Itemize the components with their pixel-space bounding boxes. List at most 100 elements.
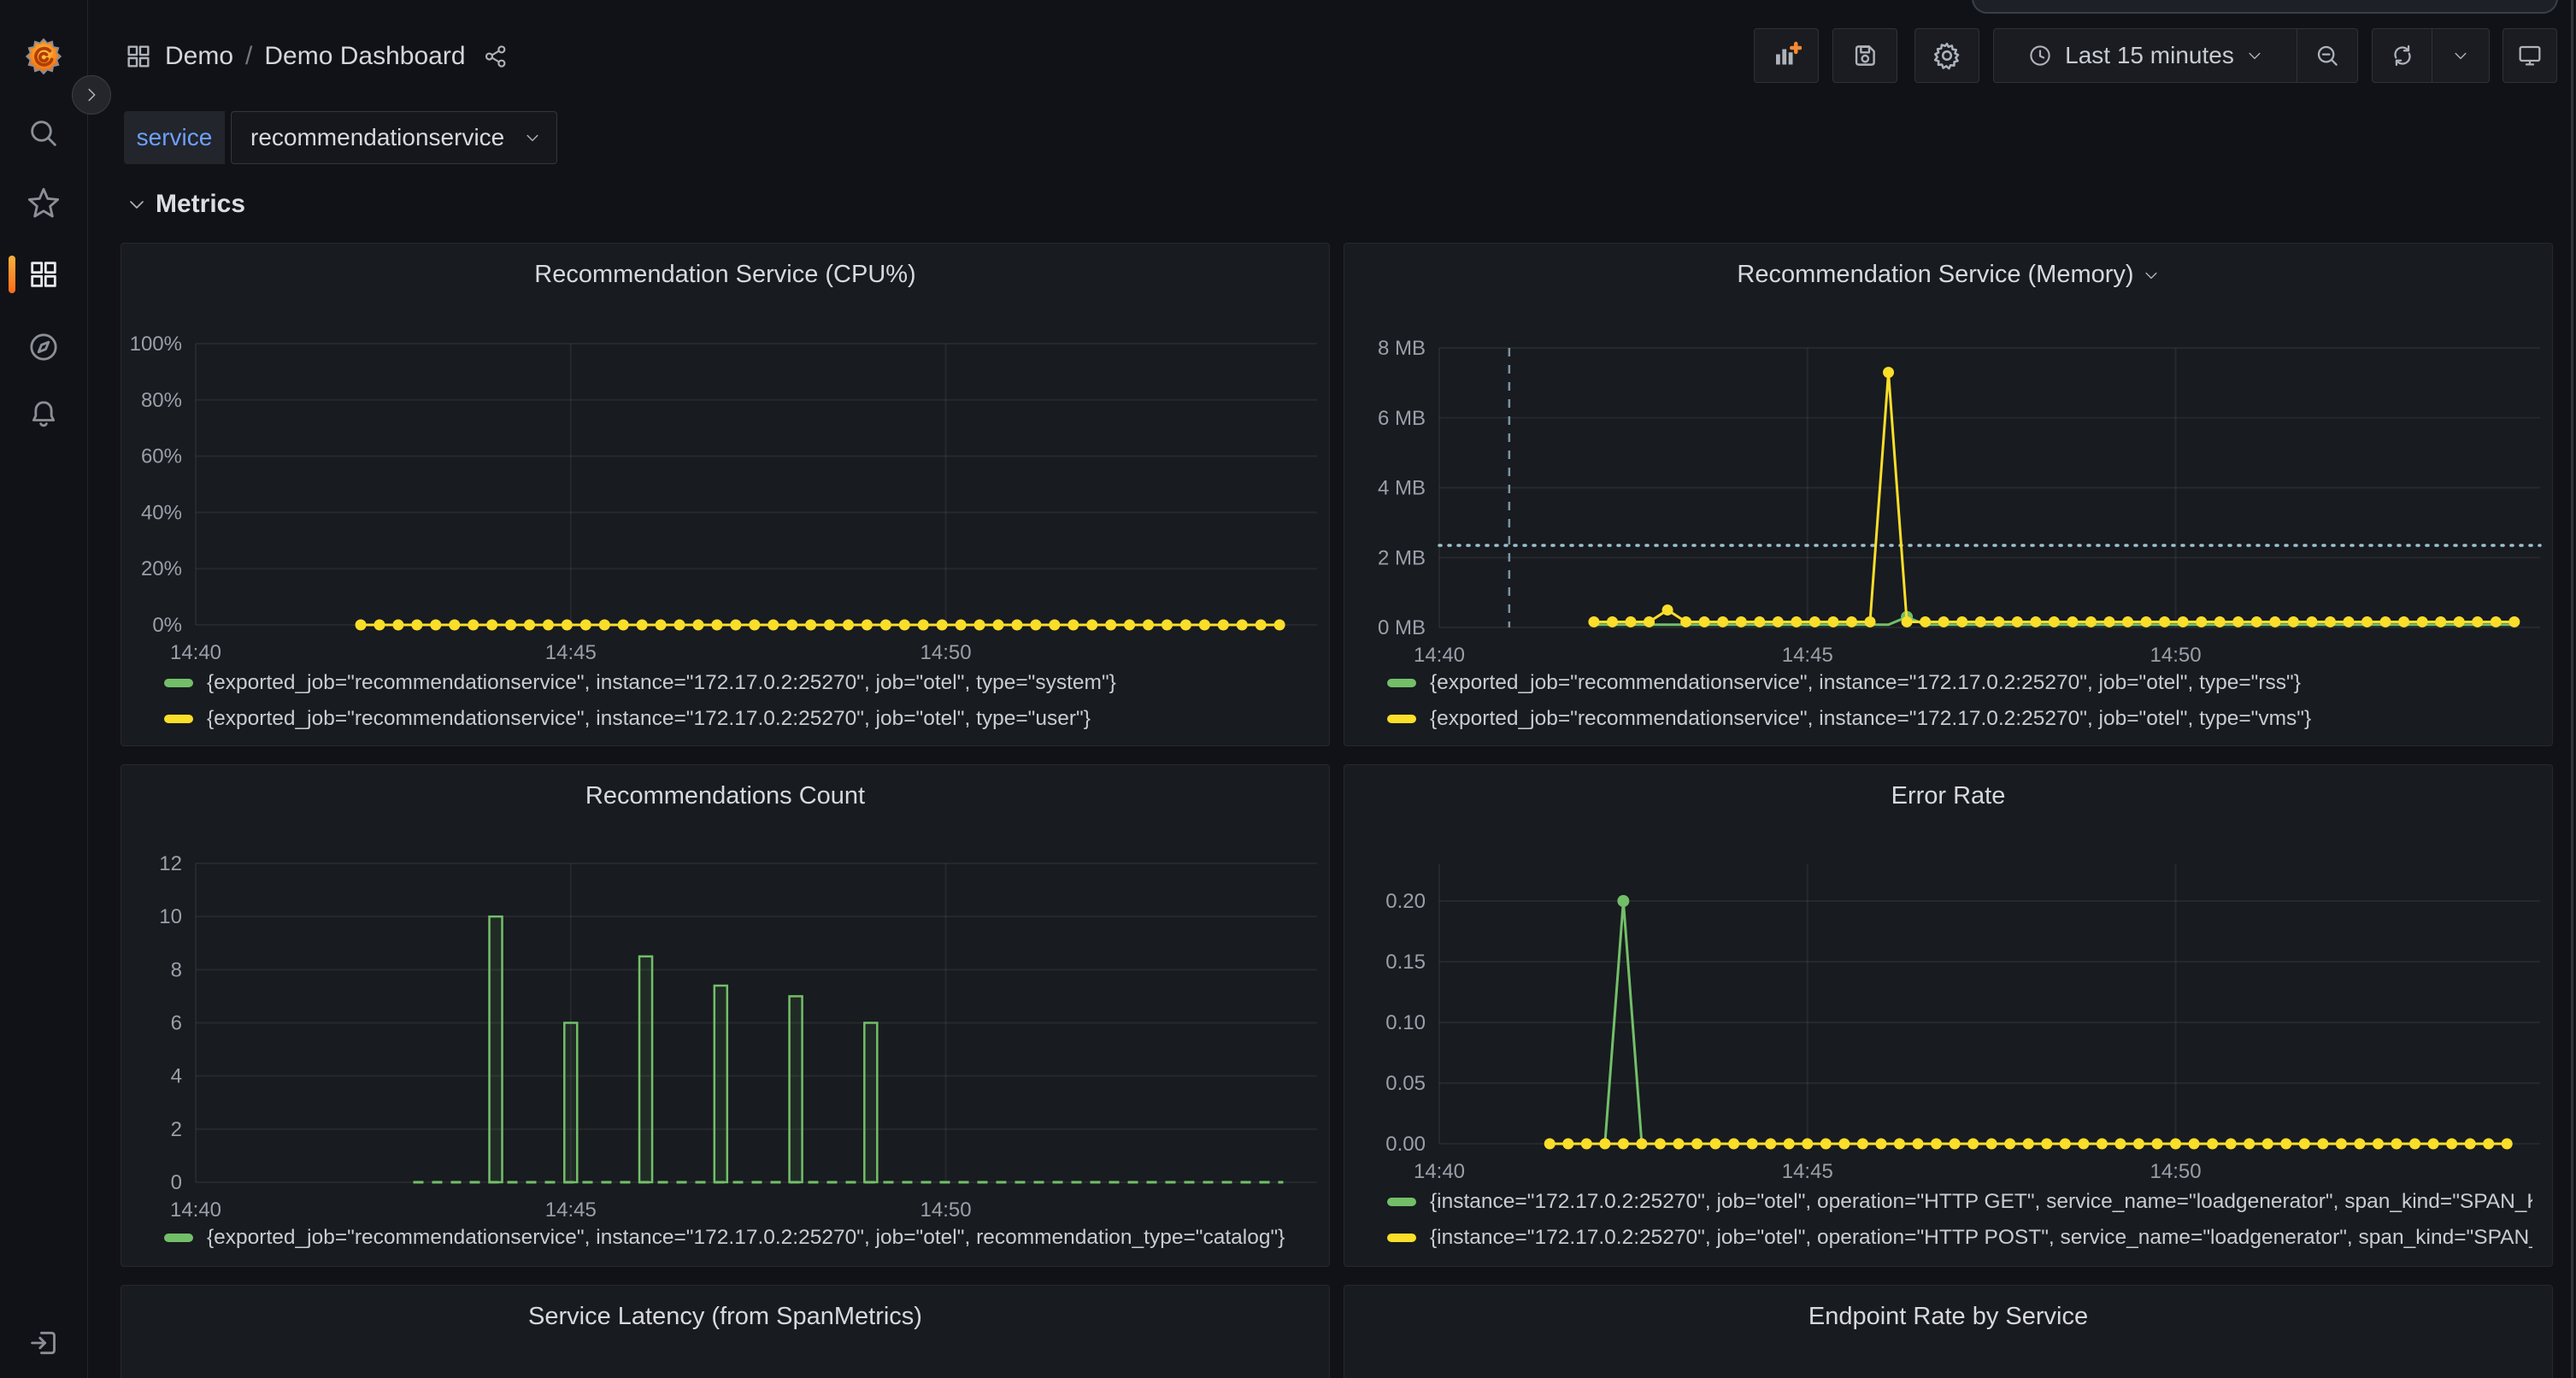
svg-text:14:50: 14:50 (2150, 644, 2202, 667)
recommendations-count-chart[interactable]: 02468101214:4014:4514:50 (121, 765, 1330, 1267)
grafana-logo-icon (24, 37, 63, 76)
chevron-down-icon (2452, 47, 2469, 64)
sidebar-expand-button[interactable] (72, 75, 111, 115)
svg-text:0%: 0% (152, 614, 182, 637)
legend-label: {exported_job="recommendationservice", i… (1430, 707, 2311, 731)
panel-title-text: Service Latency (from SpanMetrics) (528, 1303, 922, 1331)
svg-text:40%: 40% (141, 501, 182, 524)
dashboard-toolbar: Last 15 minutes (0, 28, 2576, 83)
dashboard-settings-button[interactable] (1914, 28, 1979, 83)
clock-icon (2027, 43, 2053, 68)
legend-label: {exported_job="recommendationservice", i… (207, 1226, 1285, 1250)
chevron-down-icon (524, 129, 541, 146)
kiosk-mode-button[interactable] (2502, 28, 2557, 83)
add-panel-icon (1771, 40, 1802, 71)
svg-text:0.10: 0.10 (1385, 1011, 1426, 1034)
svg-text:0.15: 0.15 (1385, 951, 1426, 974)
legend-label: {exported_job="recommendationservice", i… (207, 671, 1116, 695)
sidebar-item-favorites[interactable] (0, 176, 87, 231)
legend-swatch (1387, 715, 1416, 723)
zoom-out-icon (2314, 42, 2341, 69)
svg-text:4: 4 (171, 1065, 182, 1088)
sidebar-item-dashboards[interactable] (0, 247, 87, 302)
svg-text:14:45: 14:45 (1782, 644, 1833, 667)
chevron-down-icon (2246, 47, 2263, 64)
apps-grid-icon (26, 257, 61, 292)
sidebar-item-search[interactable] (0, 106, 87, 161)
legend-item[interactable]: {instance="172.17.0.2:25270", job="otel"… (1387, 1220, 2532, 1256)
svg-text:8: 8 (171, 958, 182, 981)
gear-icon (1932, 40, 1962, 71)
legend-swatch (1387, 1198, 1416, 1206)
variable-value-dropdown[interactable]: recommendationservice (231, 111, 557, 164)
grafana-logo[interactable] (0, 29, 87, 84)
svg-text:14:40: 14:40 (170, 1198, 221, 1222)
monitor-icon (2516, 42, 2544, 69)
refresh-button[interactable] (2373, 29, 2432, 82)
save-dashboard-button[interactable] (1832, 28, 1897, 83)
sidebar (0, 0, 88, 1378)
svg-text:0.20: 0.20 (1385, 890, 1426, 913)
legend-item[interactable]: {instance="172.17.0.2:25270", job="otel"… (1387, 1184, 2532, 1220)
legend-item[interactable]: {exported_job="recommendationservice", i… (1387, 701, 2532, 737)
zoom-out-button[interactable] (2297, 29, 2357, 82)
window-edge (2571, 0, 2573, 1378)
legend-swatch (1387, 679, 1416, 687)
svg-text:14:45: 14:45 (545, 641, 597, 664)
svg-text:6: 6 (171, 1012, 182, 1035)
time-range-picker[interactable]: Last 15 minutes (1994, 29, 2297, 82)
legend-item[interactable]: {exported_job="recommendationservice", i… (164, 1220, 1309, 1256)
refresh-group (2372, 28, 2490, 83)
svg-text:10: 10 (159, 905, 182, 928)
panel-title[interactable]: Service Latency (from SpanMetrics) (121, 1303, 1329, 1331)
svg-text:14:50: 14:50 (2150, 1160, 2202, 1183)
time-range-label: Last 15 minutes (2065, 42, 2234, 69)
svg-text:14:50: 14:50 (920, 1198, 972, 1222)
time-picker-group: Last 15 minutes (1993, 28, 2358, 83)
legend-label: {exported_job="recommendationservice", i… (1430, 671, 2301, 695)
panel-recommendation-memory: Recommendation Service (Memory) 0 MB2 MB… (1344, 243, 2553, 746)
chevron-right-icon (82, 85, 101, 104)
svg-text:6 MB: 6 MB (1378, 407, 1426, 430)
compass-icon (26, 330, 61, 364)
panel-recommendations-count: Recommendations Count 02468101214:4014:4… (121, 764, 1330, 1267)
legend-swatch (164, 679, 193, 687)
panel-recommendation-cpu: Recommendation Service (CPU%) 0%20%40%60… (121, 243, 1330, 746)
legend-item[interactable]: {exported_job="recommendationservice", i… (1387, 665, 2532, 701)
refresh-interval-dropdown[interactable] (2432, 29, 2489, 82)
panel-legend: {exported_job="recommendationservice", i… (164, 1220, 1309, 1256)
svg-text:60%: 60% (141, 445, 182, 468)
panel-service-latency: Service Latency (from SpanMetrics) (121, 1285, 1330, 1378)
legend-item[interactable]: {exported_job="recommendationservice", i… (164, 701, 1309, 737)
svg-text:2 MB: 2 MB (1378, 546, 1426, 569)
svg-text:4 MB: 4 MB (1378, 477, 1426, 500)
row-title: Metrics (156, 190, 245, 219)
svg-text:0.00: 0.00 (1385, 1133, 1426, 1156)
save-icon (1850, 41, 1879, 70)
sidebar-item-alerting[interactable] (0, 386, 87, 441)
svg-text:14:45: 14:45 (545, 1198, 597, 1222)
legend-swatch (164, 1234, 193, 1242)
panel-title[interactable]: Endpoint Rate by Service (1344, 1303, 2552, 1331)
panel-legend: {instance="172.17.0.2:25270", job="otel"… (1387, 1184, 2532, 1256)
svg-text:14:50: 14:50 (920, 641, 972, 664)
add-panel-button[interactable] (1754, 28, 1819, 83)
grafana-dashboard: Demo / Demo Dashboard (0, 0, 2576, 1378)
svg-text:80%: 80% (141, 389, 182, 412)
row-metrics[interactable]: Metrics (126, 190, 245, 219)
svg-text:14:40: 14:40 (1414, 1160, 1465, 1183)
svg-text:0.05: 0.05 (1385, 1072, 1426, 1095)
svg-text:12: 12 (159, 852, 182, 875)
chevron-down-icon (126, 194, 147, 215)
sign-in-icon (26, 1326, 61, 1360)
variable-label-service[interactable]: service (124, 111, 225, 164)
browser-overlay-pill (1972, 0, 2558, 14)
sidebar-item-sign-in[interactable] (0, 1316, 87, 1370)
sidebar-item-explore[interactable] (0, 320, 87, 374)
svg-text:20%: 20% (141, 557, 182, 580)
svg-text:2: 2 (171, 1118, 182, 1141)
legend-item[interactable]: {exported_job="recommendationservice", i… (164, 665, 1309, 701)
legend-label: {exported_job="recommendationservice", i… (207, 707, 1091, 731)
legend-label: {instance="172.17.0.2:25270", job="otel"… (1430, 1226, 2532, 1250)
svg-text:100%: 100% (130, 333, 182, 356)
